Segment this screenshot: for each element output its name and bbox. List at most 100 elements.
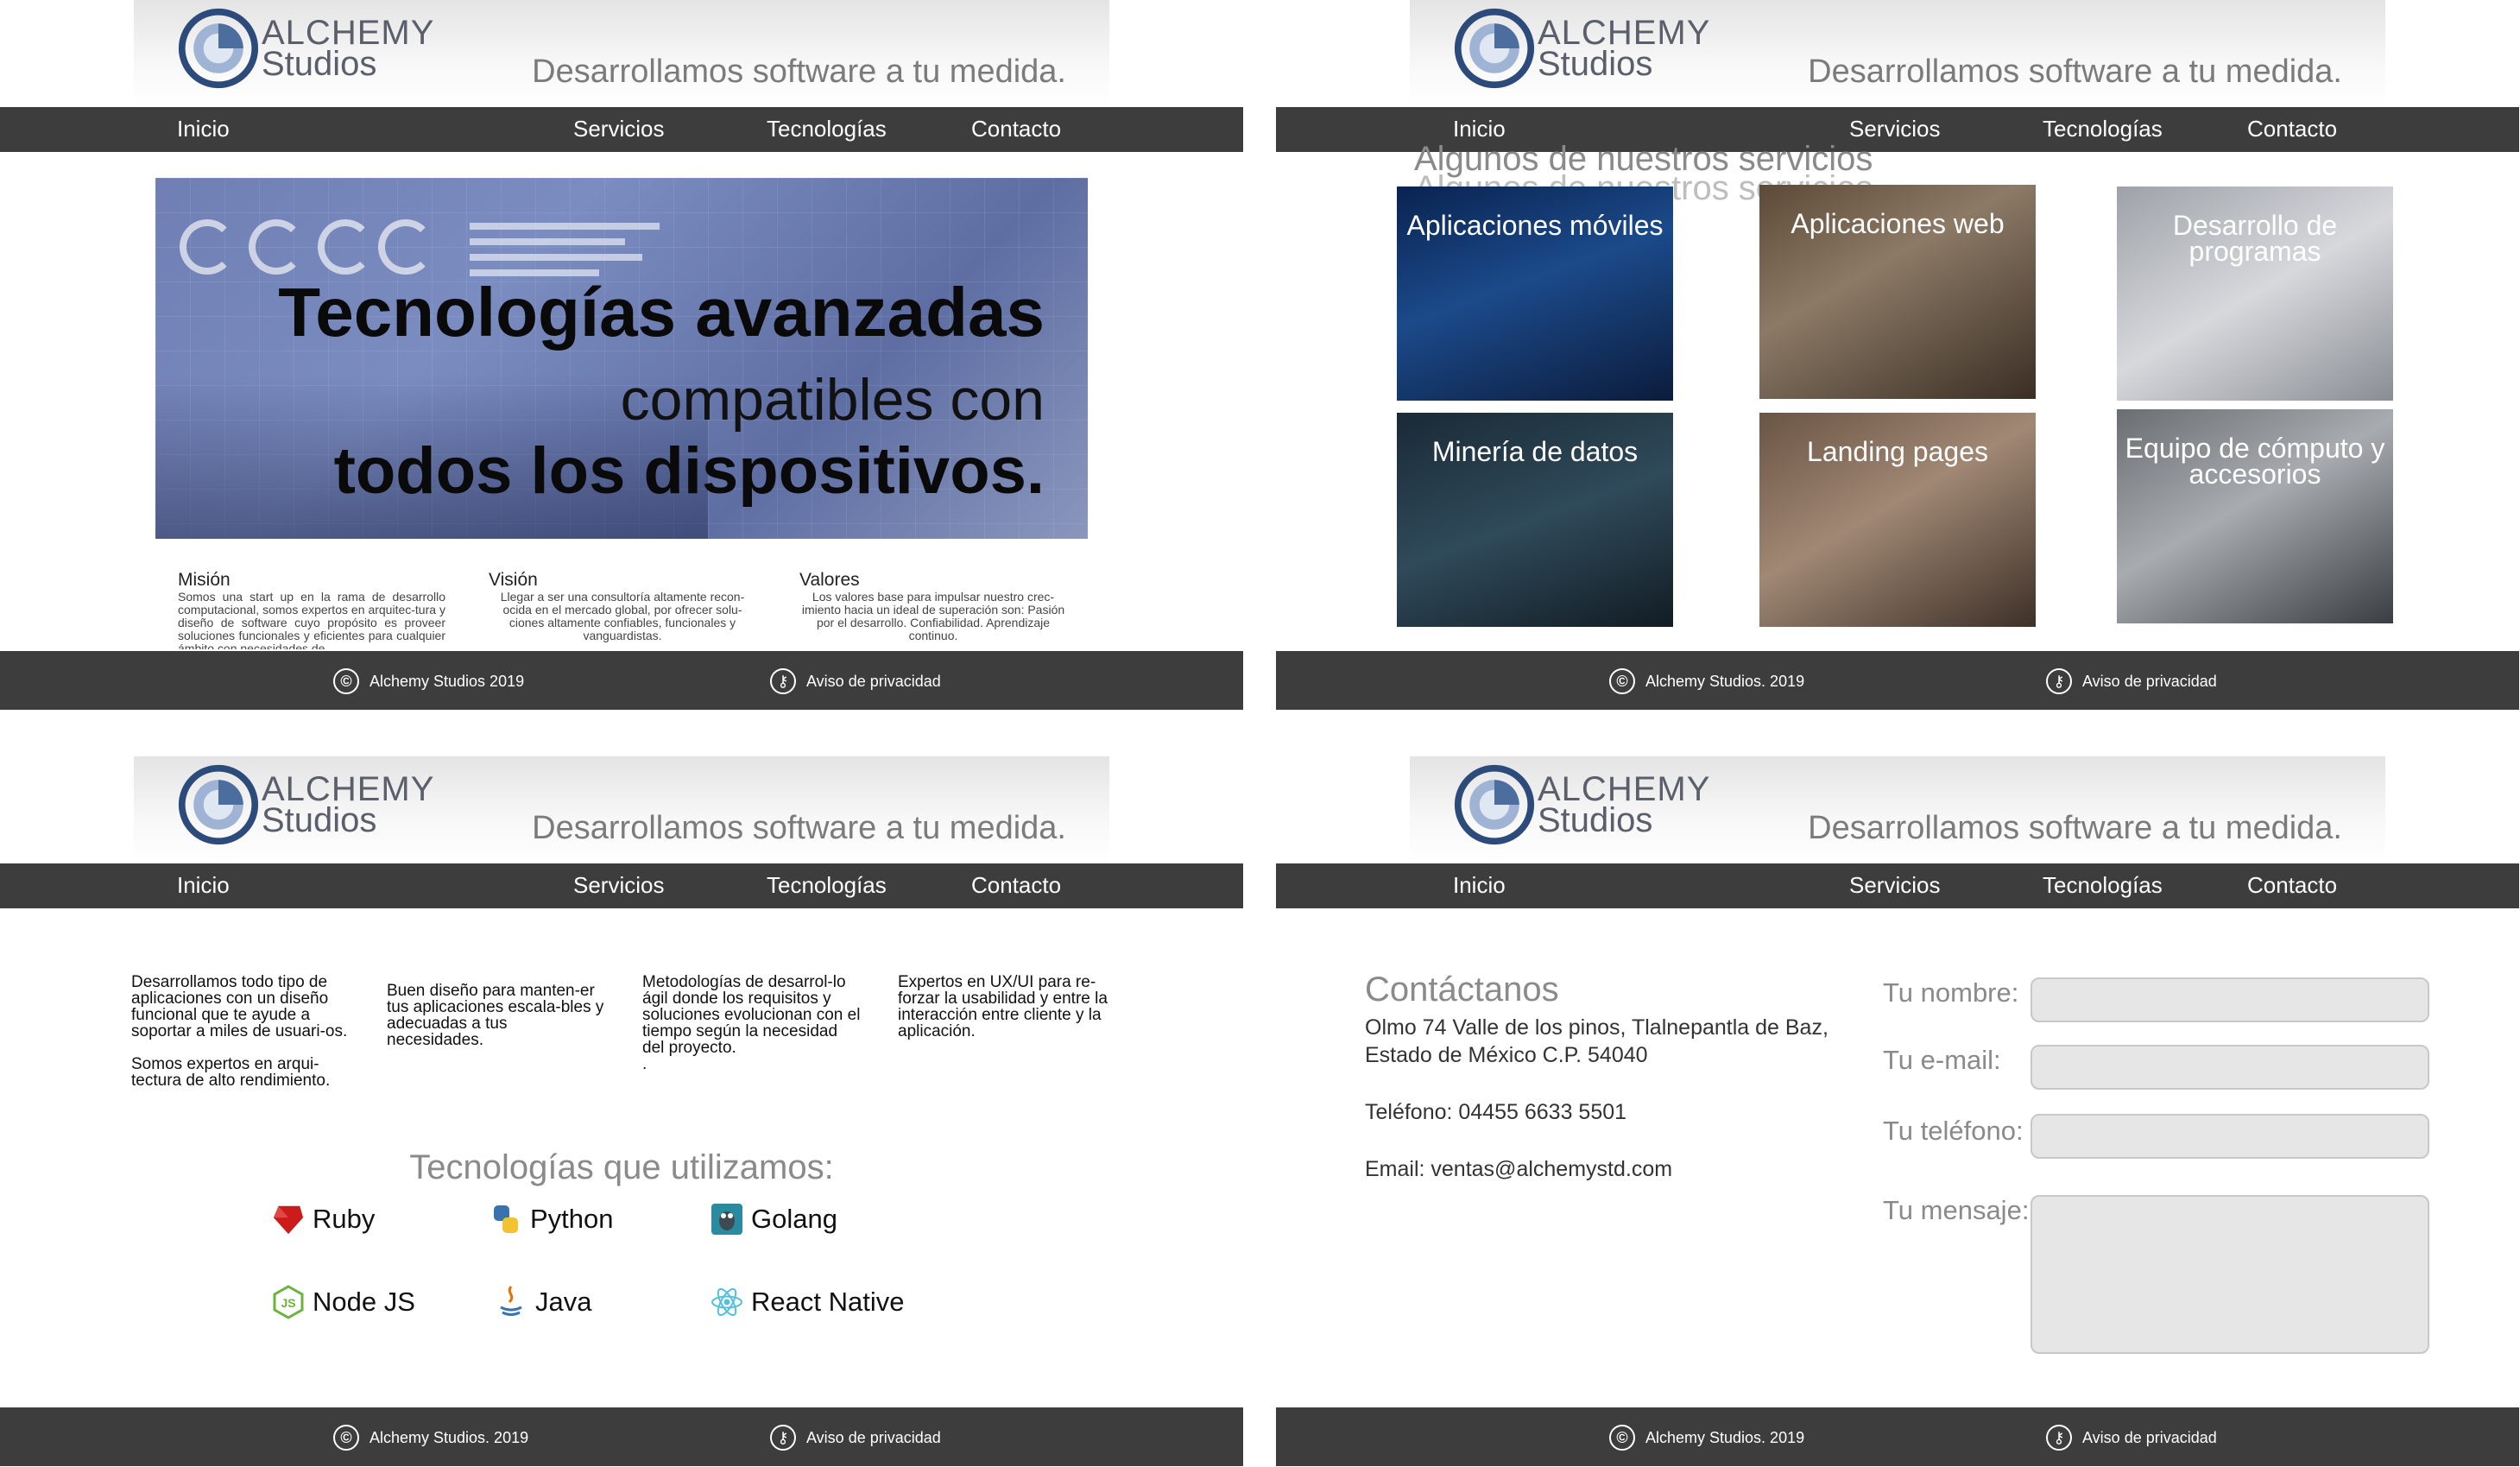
message-textarea[interactable]: [2031, 1195, 2429, 1354]
footer-privacy-text: Aviso de privacidad: [806, 1428, 941, 1446]
nav-link-tecnologias[interactable]: Tecnologías: [767, 872, 887, 899]
hero-bar-graphic: [470, 238, 625, 245]
values-text: Los valores base para impulsar nuestro c…: [801, 590, 1065, 642]
copyright-icon: ©: [1609, 668, 1635, 694]
tech-name: Node JS: [313, 1287, 415, 1317]
footer-privacy-text: Aviso de privacidad: [2082, 672, 2217, 690]
python-icon: [489, 1202, 523, 1236]
service-tile-web[interactable]: Aplicaciones web: [1759, 185, 2036, 399]
hero-bar-graphic: [470, 223, 660, 230]
name-field-label: Tu nombre:: [1883, 977, 2019, 1008]
tech-name: Ruby: [313, 1204, 376, 1234]
technologies-title: Tecnologías que utilizamos:: [409, 1148, 834, 1186]
brand-line2: Studios: [1538, 801, 1653, 839]
service-tile-landing[interactable]: Landing pages: [1759, 413, 2036, 627]
nav-link-servicios[interactable]: Servicios: [1849, 872, 1940, 899]
tagline: Desarrollamos software a tu medida.: [1808, 54, 2342, 90]
name-input[interactable]: [2031, 977, 2429, 1022]
phone-input[interactable]: [2031, 1114, 2429, 1159]
site-footer: © Alchemy Studios. 2019 ⚷ Aviso de priva…: [1276, 651, 2519, 710]
site-header: ALCHEMY Studios Desarrollamos software a…: [1410, 756, 2385, 863]
tech-text-column-3: Metodologías de desarrol-lo ágil donde l…: [642, 973, 861, 1073]
phone-field-label: Tu teléfono:: [1883, 1116, 2024, 1146]
footer-privacy-link[interactable]: ⚷ Aviso de privacidad: [2046, 1425, 2217, 1451]
alchemy-logo-icon[interactable]: [1453, 7, 1536, 90]
site-header: ALCHEMY Studios Desarrollamos software a…: [134, 756, 1109, 863]
service-tile-label: Equipo de cómputo y accesorios: [2125, 433, 2385, 490]
tech-item-python: Python: [489, 1202, 614, 1236]
hero-ring-graphic: [249, 219, 304, 275]
footer-privacy-link[interactable]: ⚷ Aviso de privacidad: [770, 668, 941, 694]
tech-name: Golang: [751, 1204, 837, 1234]
nav-link-servicios[interactable]: Servicios: [1849, 116, 1940, 142]
lock-icon: ⚷: [2046, 668, 2072, 694]
home-page-mockup: ALCHEMY Studios Desarrollamos software a…: [0, 0, 1243, 710]
brand-name: ALCHEMY Studios: [262, 16, 434, 81]
svg-text:JS: JS: [281, 1296, 295, 1310]
tech-name: Java: [535, 1287, 592, 1317]
react-icon: [710, 1285, 744, 1319]
nodejs-icon: JS: [271, 1285, 306, 1319]
email-input[interactable]: [2031, 1045, 2429, 1090]
brand-line2: Studios: [262, 45, 377, 83]
footer-copyright: © Alchemy Studios. 2019: [1609, 668, 1804, 694]
java-icon: [494, 1285, 528, 1319]
nav-link-servicios[interactable]: Servicios: [573, 116, 664, 142]
copyright-icon: ©: [333, 668, 359, 694]
footer-privacy-text: Aviso de privacidad: [2082, 1428, 2217, 1446]
mission-block: Misión Somos una start up en la rama de …: [178, 570, 445, 649]
alchemy-logo-icon[interactable]: [177, 763, 260, 846]
nav-link-servicios[interactable]: Servicios: [573, 872, 664, 899]
nav-link-inicio[interactable]: Inicio: [177, 116, 230, 142]
footer-copyright-text: Alchemy Studios. 2019: [369, 1428, 529, 1446]
nav-link-tecnologias[interactable]: Tecnologías: [2043, 872, 2163, 899]
tech-item-nodejs: JS Node JS: [271, 1285, 415, 1319]
service-tile-mobile[interactable]: Aplicaciones móviles: [1397, 187, 1673, 401]
tech-text-column-4: Expertos en UX/UI para re-forzar la usab…: [898, 973, 1108, 1040]
service-tile-data-mining[interactable]: Minería de datos: [1397, 413, 1673, 627]
hero-ring-graphic: [180, 219, 235, 275]
technologies-page-mockup: ALCHEMY Studios Desarrollamos software a…: [0, 756, 1243, 1466]
copyright-icon: ©: [1609, 1425, 1635, 1451]
brand-name: ALCHEMY Studios: [1538, 772, 1710, 838]
tech-item-java: Java: [494, 1285, 591, 1319]
contact-email[interactable]: Email: ventas@alchemystd.com: [1365, 1157, 1672, 1182]
alchemy-logo-icon[interactable]: [1453, 763, 1536, 846]
nav-link-inicio[interactable]: Inicio: [1453, 872, 1506, 899]
service-tile-hardware[interactable]: Equipo de cómputo y accesorios: [2117, 409, 2393, 623]
nav-link-contacto[interactable]: Contacto: [2247, 872, 2337, 899]
vision-text: Llegar a ser una consultoría altamente r…: [500, 590, 745, 642]
footer-privacy-link[interactable]: ⚷ Aviso de privacidad: [2046, 668, 2217, 694]
service-tile-label: Aplicaciones móviles: [1406, 210, 1664, 241]
nav-link-tecnologias[interactable]: Tecnologías: [2043, 116, 2163, 142]
brand-name: ALCHEMY Studios: [262, 772, 434, 838]
contact-address-line2: Estado de México C.P. 54040: [1365, 1043, 1648, 1067]
nav-bar: Inicio Servicios Tecnologías Contacto: [0, 863, 1243, 908]
lock-icon: ⚷: [770, 1425, 796, 1451]
nav-bar: Inicio Servicios Tecnologías Contacto: [1276, 863, 2519, 908]
footer-copyright: © Alchemy Studios. 2019: [333, 1425, 528, 1451]
copyright-icon: ©: [333, 1425, 359, 1451]
email-field-label: Tu e-mail:: [1883, 1045, 2001, 1075]
ruby-icon: [271, 1202, 306, 1236]
hero-ring-graphic: [318, 219, 373, 275]
nav-link-tecnologias[interactable]: Tecnologías: [767, 116, 887, 142]
service-tile-programs[interactable]: Desarrollo de programas: [2117, 187, 2393, 401]
tech-name: React Native: [751, 1287, 905, 1317]
site-header: ALCHEMY Studios Desarrollamos software a…: [134, 0, 1109, 107]
tagline: Desarrollamos software a tu medida.: [1808, 810, 2342, 846]
tech-item-ruby: Ruby: [271, 1202, 375, 1236]
tagline: Desarrollamos software a tu medida.: [532, 54, 1066, 90]
footer-copyright-text: Alchemy Studios. 2019: [1645, 1428, 1805, 1446]
nav-link-inicio[interactable]: Inicio: [177, 872, 230, 899]
nav-link-contacto[interactable]: Contacto: [971, 116, 1061, 142]
tagline: Desarrollamos software a tu medida.: [532, 810, 1066, 846]
nav-bar: Inicio Servicios Tecnologías Contacto: [0, 107, 1243, 152]
nav-link-contacto[interactable]: Contacto: [2247, 116, 2337, 142]
nav-link-inicio[interactable]: Inicio: [1453, 116, 1506, 142]
vision-title: Visión: [489, 570, 538, 590]
service-tile-label: Aplicaciones web: [1791, 208, 2005, 239]
footer-privacy-link[interactable]: ⚷ Aviso de privacidad: [770, 1425, 941, 1451]
alchemy-logo-icon[interactable]: [177, 7, 260, 90]
nav-link-contacto[interactable]: Contacto: [971, 872, 1061, 899]
